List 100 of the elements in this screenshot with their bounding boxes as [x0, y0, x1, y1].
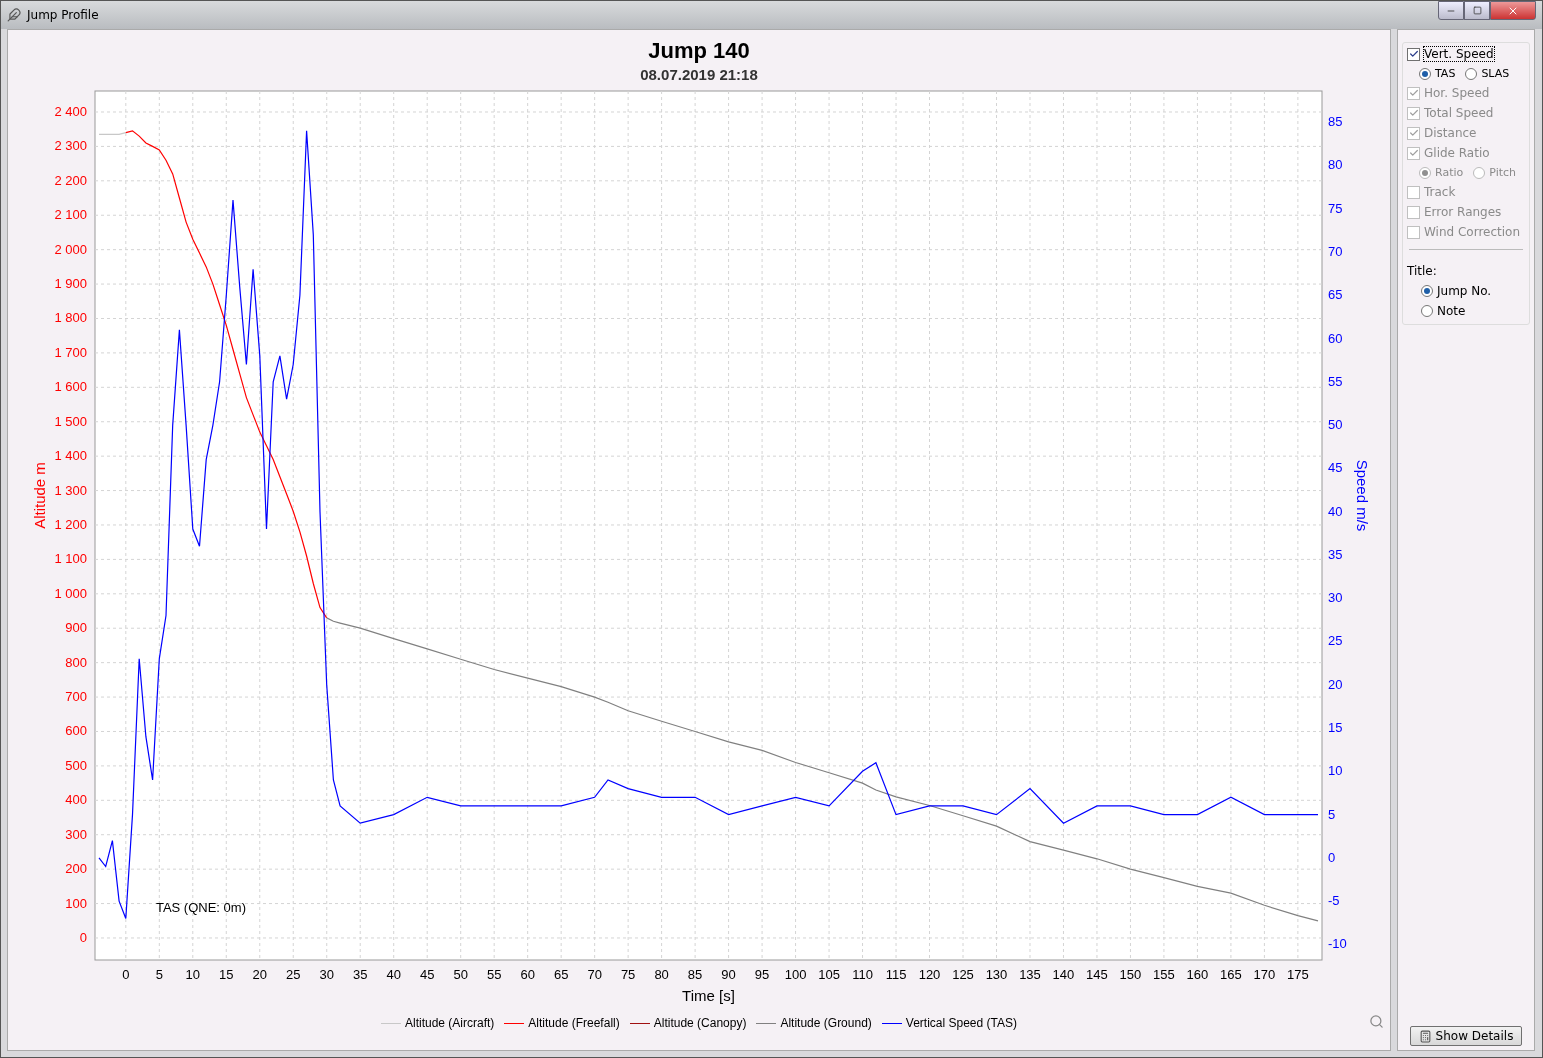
- axis-tick-label: 80: [654, 967, 669, 982]
- radio-label[interactable]: Jump No.: [1437, 284, 1492, 298]
- axis-tick-label: 200: [65, 861, 87, 877]
- axis-tick-label: -10: [1328, 936, 1347, 952]
- axis-tick-label: 20: [1328, 676, 1343, 692]
- legend-label: Altitude (Ground): [780, 1016, 872, 1030]
- axis-tick-label: 400: [65, 792, 87, 808]
- checkbox-label[interactable]: Vert. Speed: [1424, 47, 1494, 61]
- axis-tick-label: 110: [852, 967, 873, 982]
- axis-tick-label: 1 300: [54, 482, 87, 498]
- axis-tick-label: 170: [1253, 967, 1276, 982]
- axis-tick-label: 25: [286, 967, 301, 982]
- axis-tick-label: 30: [1328, 590, 1343, 606]
- axis-tick-label: 600: [65, 723, 87, 739]
- radio-button[interactable]: [1421, 305, 1433, 317]
- axis-tick-label: 75: [620, 967, 636, 982]
- axis-tick-label: 55: [486, 967, 502, 982]
- axis-tick-label: 45: [419, 967, 435, 982]
- chart-subtitle: 08.07.2019 21:18: [640, 66, 758, 83]
- axis-tick-label: 50: [453, 967, 468, 982]
- axis-tick-label: 175: [1287, 967, 1309, 982]
- axis-tick-label: 95: [754, 967, 770, 982]
- axis-tick-label: 300: [65, 826, 87, 842]
- axis-tick-label: 900: [65, 620, 87, 636]
- radio-label[interactable]: SLAS: [1481, 67, 1510, 80]
- axis-tick-label: 25: [1328, 633, 1343, 649]
- radio-label[interactable]: TAS: [1435, 67, 1456, 80]
- axis-tick-label: 30: [319, 967, 334, 982]
- legend-label: Altitude (Freefall): [528, 1016, 620, 1030]
- axis-tick-label: 145: [1086, 967, 1108, 982]
- checkbox[interactable]: [1407, 47, 1420, 61]
- radio-label[interactable]: Note: [1437, 304, 1466, 318]
- axis-tick-label: 115: [885, 967, 907, 982]
- axis-tick-label: 2 100: [54, 207, 87, 223]
- axis-tick-label: 10: [185, 967, 200, 982]
- title-option-label: Title:: [1407, 264, 1438, 278]
- axis-tick-label: 15: [1328, 720, 1343, 736]
- axis-tick-label: 0: [1328, 849, 1336, 865]
- axis-tick-label: 2 200: [54, 172, 87, 188]
- axis-tick-label: 125: [952, 967, 974, 982]
- axis-tick-label: 1 200: [54, 517, 87, 532]
- calculator-icon: [1418, 1029, 1432, 1043]
- axis-tick-label: 20: [252, 967, 267, 982]
- axis-tick-label: 120: [918, 967, 941, 982]
- maximize-button[interactable]: [1464, 1, 1490, 20]
- axis-tick-label: 40: [1328, 503, 1343, 519]
- axis-tick-label: 160: [1186, 967, 1209, 982]
- axis-tick-label: 800: [65, 654, 87, 670]
- app-icon: [7, 8, 21, 22]
- axis-tick-label: 155: [1153, 967, 1175, 982]
- chart-title: Jump 140: [648, 38, 750, 64]
- axis-tick-label: 65: [1328, 287, 1343, 303]
- axis-tick-label: 1 800: [54, 310, 87, 326]
- axis-tick-label: 135: [1019, 967, 1041, 982]
- axis-tick-label: 45: [1328, 460, 1343, 476]
- axis-title: Altitude m: [31, 462, 48, 529]
- axis-tick-label: 75: [1328, 200, 1343, 216]
- zoom-icon[interactable]: [1369, 1014, 1384, 1029]
- axis-tick-label: 165: [1220, 967, 1242, 982]
- axis-tick-label: 90: [721, 967, 736, 982]
- axis-tick-label: 1 900: [54, 276, 87, 292]
- axis-tick-label: -5: [1328, 893, 1340, 909]
- radio-button[interactable]: [1421, 285, 1433, 297]
- axis-tick-label: 1 100: [54, 551, 87, 567]
- legend-label: Altitude (Aircraft): [405, 1016, 495, 1030]
- axis-tick-label: 1 500: [54, 413, 87, 429]
- axis-tick-label: 80: [1328, 157, 1343, 173]
- close-button[interactable]: [1490, 1, 1536, 20]
- axis-tick-label: 2 000: [54, 241, 87, 257]
- axis-tick-label: 35: [353, 967, 368, 982]
- axis-tick-label: 60: [520, 967, 535, 982]
- radio-button[interactable]: [1419, 67, 1431, 80]
- maximize-icon: [1472, 6, 1482, 15]
- axis-tick-label: 5: [1328, 806, 1336, 822]
- minimize-button[interactable]: [1438, 1, 1464, 20]
- axis-tick-label: 55: [1328, 373, 1343, 389]
- axis-tick-label: 1 400: [54, 448, 87, 464]
- axis-tick-label: 700: [65, 689, 87, 705]
- axis-tick-label: 85: [1328, 114, 1343, 130]
- show-details-button[interactable]: Show Details: [1409, 1026, 1523, 1046]
- axis-tick-label: 10: [1328, 763, 1343, 779]
- axis-tick-label: 70: [1328, 244, 1343, 259]
- axis-title: Time [s]: [682, 987, 735, 1004]
- axis-tick-label: 1 600: [54, 379, 87, 395]
- axis-tick-label: 65: [553, 967, 569, 982]
- axis-tick-label: 50: [1328, 417, 1343, 433]
- axis-tick-label: 130: [985, 967, 1008, 982]
- axis-tick-label: 500: [65, 757, 87, 773]
- window-title: Jump Profile: [27, 8, 100, 22]
- axis-tick-label: 85: [687, 967, 703, 982]
- axis-tick-label: 140: [1052, 967, 1075, 982]
- axis-tick-label: 100: [65, 895, 87, 911]
- plot-annotation: TAS (QNE: 0m): [155, 900, 246, 916]
- radio-button[interactable]: [1465, 67, 1478, 80]
- axis-tick-label: 2 400: [54, 104, 87, 119]
- axis-tick-label: 105: [818, 967, 840, 982]
- axis-tick-label: 1 000: [54, 585, 87, 601]
- axis-tick-label: 0: [79, 929, 87, 945]
- axis-tick-label: 150: [1119, 967, 1142, 982]
- axis-tick-label: 0: [122, 967, 130, 982]
